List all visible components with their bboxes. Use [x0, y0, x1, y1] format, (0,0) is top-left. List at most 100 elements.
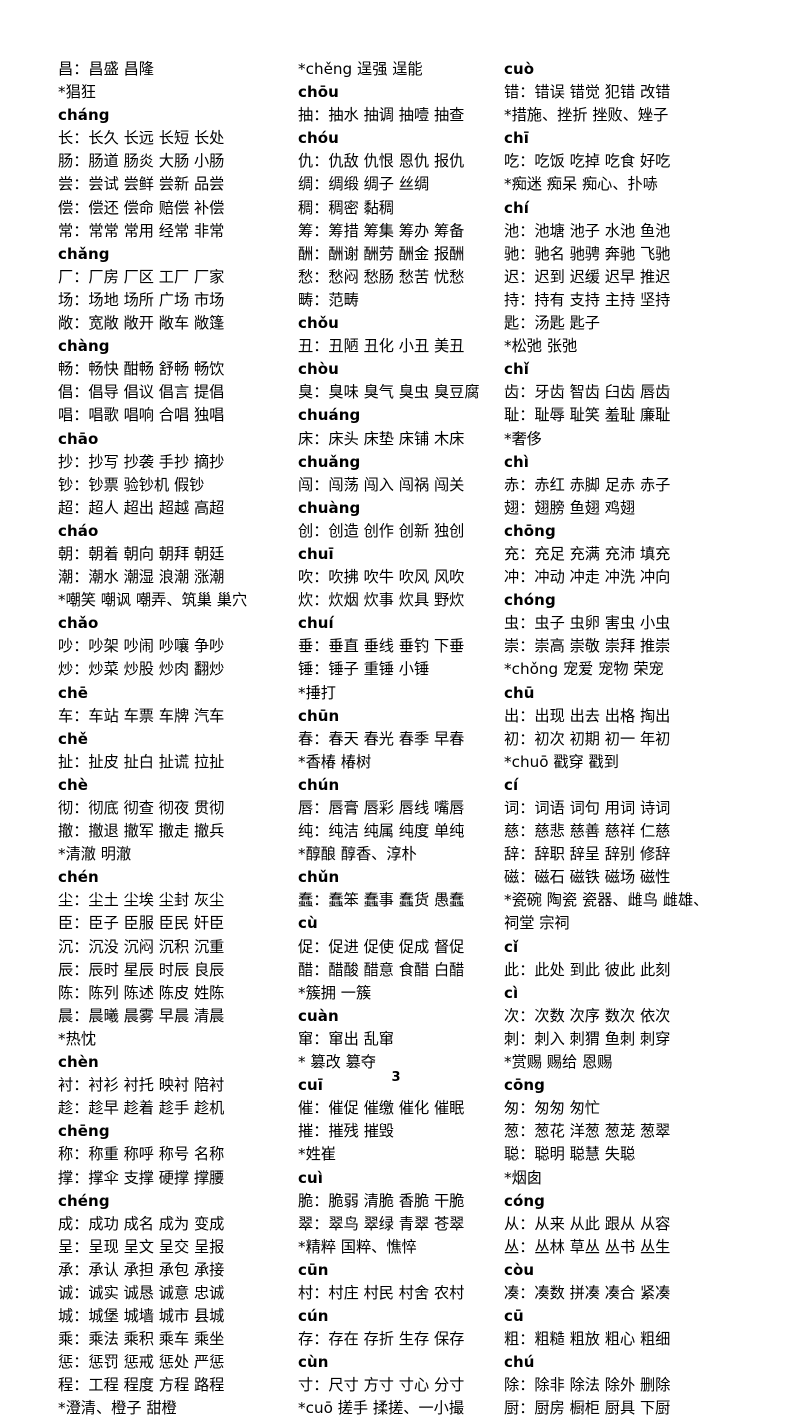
vocabulary-line: 晨：晨曦 晨雾 早晨 清晨 [58, 1006, 225, 1025]
vocabulary-line: 刺：刺入 刺猬 鱼刺 刺穿 [504, 1029, 671, 1048]
vocabulary-line: 厨：厨房 橱柜 厨具 下厨 [504, 1399, 671, 1418]
pinyin-heading: cháng [58, 106, 110, 125]
vocabulary-line: 尝：尝试 尝鲜 尝新 品尝 [58, 175, 225, 194]
vocabulary-line: 乘：乘法 乘积 乘车 乘坐 [58, 1330, 225, 1349]
vocabulary-line: 超：超人 超出 超越 高超 [58, 498, 225, 517]
pinyin-heading: cū [504, 1307, 524, 1326]
vocabulary-line: 丛：丛林 草丛 丛书 丛生 [504, 1237, 671, 1256]
pinyin-heading: chuáng [298, 406, 361, 425]
vocabulary-line: 长：长久 长远 长短 长处 [58, 129, 225, 148]
pinyin-heading: cǐ [504, 937, 519, 956]
vocabulary-line: 崇：崇高 崇敬 崇拜 推崇 [504, 637, 671, 656]
vocabulary-line: 程：工程 程度 方程 路程 [58, 1376, 225, 1395]
vocabulary-line: 迟：迟到 迟缓 迟早 推迟 [504, 267, 671, 286]
vocabulary-line: 垂：垂直 垂线 垂钓 下垂 [298, 637, 465, 656]
note-line: *松弛 张弛 [504, 337, 578, 356]
pinyin-heading: cù [298, 914, 318, 933]
text-column-3: cuò 错：错误 错觉 犯错 改错 *措施、挫折 挫败、矬子 chī 吃：吃饭 吃掉 吃… [504, 58, 754, 1421]
vocabulary-line: 错：错误 错觉 犯错 改错 [504, 83, 671, 102]
pinyin-heading: chén [58, 868, 99, 887]
pinyin-heading: chūn [298, 706, 340, 725]
vocabulary-line: 脆：脆弱 清脆 香脆 干脆 [298, 1191, 465, 1210]
vocabulary-line: 充：充足 充满 充沛 填充 [504, 544, 671, 563]
vocabulary-line: 粗：粗糙 粗放 粗心 粗细 [504, 1330, 671, 1349]
vocabulary-line: 偿：偿还 偿命 赔偿 补偿 [58, 198, 225, 217]
pinyin-heading: chuí [298, 614, 334, 633]
vocabulary-line: 仇：仇敌 仇恨 恩仇 报仇 [298, 152, 465, 171]
note-line: *醇酿 醇香、淳朴 [298, 845, 417, 864]
pinyin-heading: chuàng [298, 498, 361, 517]
pinyin-heading: chǎo [58, 614, 99, 633]
pinyin-heading: chéng [58, 1191, 110, 1210]
vocabulary-line: 昌：昌盛 昌隆 [58, 60, 154, 78]
pinyin-heading: cūn [298, 1260, 329, 1279]
pinyin-heading: cuì [298, 1168, 324, 1187]
vocabulary-line: 冲：冲动 冲走 冲洗 冲向 [504, 568, 671, 587]
vocabulary-line: 辰：辰时 星辰 时辰 良辰 [58, 960, 225, 979]
pinyin-heading: chàng [58, 337, 110, 356]
vocabulary-line: 成：成功 成名 成为 变成 [58, 1214, 225, 1233]
vocabulary-line: 趁：趁早 趁着 趁手 趁机 [58, 1099, 225, 1118]
vocabulary-line: 驰：驰名 驰骋 奔驰 飞驰 [504, 244, 671, 263]
vocabulary-line: 唱：唱歌 唱响 合唱 独唱 [58, 406, 225, 425]
pinyin-heading: chāo [58, 429, 99, 448]
vocabulary-line: 锤：锤子 重锤 小锤 [298, 660, 430, 679]
columns-container: 昌：昌盛 昌隆 *猖狂 cháng 长：长久 长远 长短 长处 肠：肠道 肠炎 大肠 小… [58, 58, 758, 1421]
note-line: *簇拥 一簇 [298, 983, 372, 1002]
vocabulary-line: 厂：厂房 厂区 工厂 厂家 [58, 267, 225, 286]
pinyin-heading: chuī [298, 544, 334, 563]
vocabulary-line: 春：春天 春光 春季 早春 [298, 729, 465, 748]
vocabulary-line: 纯：纯洁 纯属 纯度 单纯 [298, 822, 465, 841]
pinyin-heading: chún [298, 775, 340, 794]
vocabulary-line: 彻：彻底 彻查 彻夜 贯彻 [58, 799, 225, 817]
vocabulary-line: 扯：扯皮 扯白 扯谎 拉扯 [58, 752, 225, 771]
pinyin-heading: chēng [58, 1122, 110, 1141]
vocabulary-line: 耻：耻辱 耻笑 羞耻 廉耻 [504, 406, 671, 425]
vocabulary-line: 陈：陈列 陈述 陈皮 姓陈 [58, 983, 225, 1002]
vocabulary-line: 催：催促 催缴 催化 催眠 [298, 1099, 465, 1118]
vocabulary-line: 床：床头 床垫 床铺 木床 [298, 429, 465, 448]
vocabulary-line: 臭：臭味 臭气 臭虫 臭豆腐 [298, 383, 480, 402]
note-line: *清澈 明澈 [58, 845, 132, 864]
vocabulary-line: 凑：凑数 拼凑 凑合 紧凑 [504, 1283, 671, 1302]
pinyin-heading: chóu [298, 129, 339, 148]
vocabulary-line: 初：初次 初期 初一 年初 [504, 729, 671, 748]
vocabulary-line: 抄：抄写 抄袭 手抄 摘抄 [58, 452, 225, 471]
pinyin-heading: cuàn [298, 1006, 339, 1025]
page-root: 昌：昌盛 昌隆 *猖狂 cháng 长：长久 长远 长短 长处 肠：肠道 肠炎 大肠 小… [0, 0, 792, 1417]
pinyin-heading: chōng [504, 521, 556, 540]
note-line: *姓崔 [298, 1145, 336, 1164]
vocabulary-line: 炊：炊烟 炊事 炊具 野炊 [298, 591, 465, 610]
vocabulary-line: 次：次数 次序 数次 依次 [504, 1006, 671, 1025]
note-line: *chěng 逞强 逞能 [298, 60, 423, 78]
vocabulary-line: 常：常常 常用 经常 非常 [58, 221, 225, 240]
vocabulary-line: 磁：磁石 磁铁 磁场 磁性 [504, 868, 671, 887]
pinyin-heading: chě [58, 729, 89, 748]
note-line: *精粹 国粹、憔悴 [298, 1237, 417, 1256]
vocabulary-line: 摧：摧残 摧毁 [298, 1122, 394, 1141]
vocabulary-line: 臣：臣子 臣服 臣民 奸臣 [58, 914, 225, 933]
vocabulary-line: 称：称重 称呼 称号 名称 [58, 1145, 225, 1164]
vocabulary-line: 呈：呈现 呈文 呈交 呈报 [58, 1237, 225, 1256]
vocabulary-line: 筹：筹措 筹集 筹办 筹备 [298, 221, 465, 240]
vocabulary-line: 词：词语 词句 用词 诗词 [504, 799, 671, 817]
vocabulary-line: 撤：撤退 撤军 撤走 撤兵 [58, 822, 225, 841]
note-line: *cuō 搓手 揉搓、一小撮 [298, 1399, 465, 1418]
vocabulary-line: 创：创造 创作 创新 独创 [298, 521, 465, 540]
note-line: *嘲笑 嘲讽 嘲弄、筑巢 巢穴 [58, 591, 248, 610]
vocabulary-line: 村：村庄 村民 村舍 农村 [298, 1283, 465, 1302]
vocabulary-line: 尘：尘土 尘埃 尘封 灰尘 [58, 891, 225, 910]
vocabulary-line: 承：承认 承担 承包 承接 [58, 1260, 225, 1279]
vocabulary-line: 齿：牙齿 智齿 臼齿 唇齿 [504, 383, 671, 402]
note-line: *瓷碗 陶瓷 瓷器、雌鸟 雌雄、 [504, 891, 709, 910]
text-column-1: 昌：昌盛 昌隆 *猖狂 cháng 长：长久 长远 长短 长处 肠：肠道 肠炎 大肠 小… [58, 58, 298, 1421]
note-line: *痴迷 痴呆 痴心、扑哧 [504, 175, 658, 194]
vocabulary-line: 沉：沉没 沉闷 沉积 沉重 [58, 937, 225, 956]
vocabulary-line: 潮：潮水 潮湿 浪潮 涨潮 [58, 568, 225, 587]
vocabulary-line: 绸：绸缎 绸子 丝绸 [298, 175, 430, 194]
note-line: *烟囱 [504, 1168, 542, 1187]
vocabulary-line: 持：持有 支持 主持 坚持 [504, 290, 671, 309]
pinyin-heading: cí [504, 775, 519, 794]
vocabulary-line: 愁：愁闷 愁肠 愁苦 忧愁 [298, 267, 465, 286]
vocabulary-line: 此：此处 到此 彼此 此刻 [504, 960, 671, 979]
